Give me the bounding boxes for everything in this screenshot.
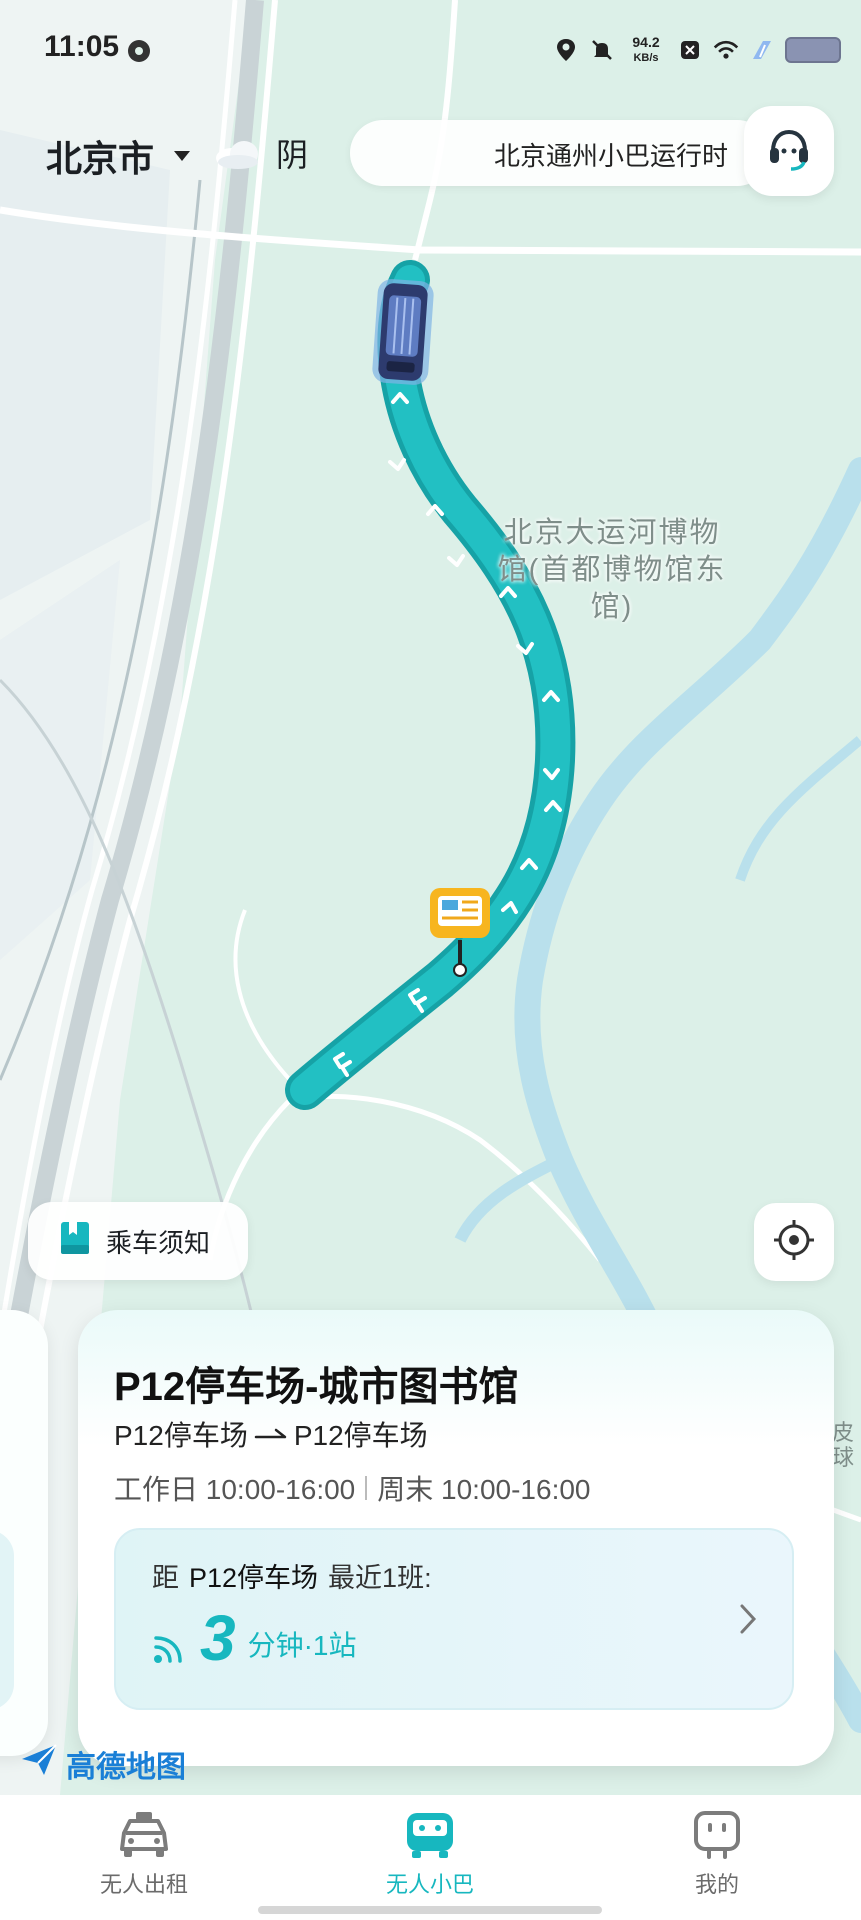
home-indicator[interactable] bbox=[258, 1906, 602, 1914]
tab-minibus-label: 无人小巴 bbox=[385, 1872, 474, 1897]
weekend-hours: 周末 10:00-16:00 bbox=[377, 1474, 591, 1505]
weekday-hours: 工作日 10:00-16:00 bbox=[114, 1474, 356, 1505]
next-bus-prefix: 距 bbox=[152, 1563, 179, 1593]
ride-notice-label: 乘车须知 bbox=[106, 1227, 211, 1258]
bottom-tab-bar: 无人出租 无人小巴 我的 bbox=[0, 1795, 861, 1920]
crosshair-icon bbox=[772, 1218, 816, 1267]
headset-icon bbox=[764, 124, 814, 179]
next-bus-label: 距 P12停车场 最近1班: bbox=[152, 1556, 432, 1595]
location-icon bbox=[553, 37, 579, 63]
amap-logo-icon bbox=[20, 1743, 58, 1785]
tab-minibus[interactable]: 无人小巴 bbox=[330, 1809, 530, 1899]
network-speed-unit: KB/s bbox=[633, 52, 659, 64]
weather-widget: 阴 bbox=[212, 130, 308, 176]
next-bus-station: P12停车场 bbox=[189, 1563, 319, 1593]
profile-icon bbox=[689, 1809, 745, 1861]
amap-logo-text: 高德地图 bbox=[66, 1751, 186, 1784]
city-name: 北京市 bbox=[46, 138, 155, 179]
route-from: P12停车场 bbox=[114, 1420, 248, 1451]
route-endpoints: P12停车场 P12停车场 bbox=[114, 1414, 428, 1454]
tab-robotaxi[interactable]: 无人出租 bbox=[44, 1809, 244, 1899]
record-indicator-icon bbox=[128, 40, 150, 62]
route-to: P12停车场 bbox=[293, 1420, 428, 1451]
operating-hours: 工作日 10:00-16:00 周末 10:00-16:00 bbox=[114, 1468, 591, 1508]
weather-text: 阴 bbox=[276, 137, 309, 173]
wifi-icon bbox=[713, 37, 739, 63]
customer-service-button[interactable] bbox=[744, 106, 834, 196]
book-icon bbox=[60, 1221, 90, 1262]
route-title: P12停车场-城市图书馆 bbox=[114, 1365, 519, 1409]
next-bus-panel[interactable]: 距 P12停车场 最近1班: 3 分钟·1站 bbox=[114, 1528, 794, 1710]
tab-profile-label: 我的 bbox=[694, 1872, 739, 1897]
network-speed: 94.2 KB/s bbox=[625, 35, 667, 65]
live-signal-icon bbox=[152, 1635, 188, 1670]
amap-logo: 高德地图 bbox=[20, 1742, 186, 1786]
status-icons: 94.2 KB/s bbox=[553, 30, 841, 70]
minibus-icon bbox=[402, 1809, 458, 1861]
arrow-right-icon bbox=[254, 1418, 288, 1450]
chevron-right-icon bbox=[738, 1602, 758, 1641]
bus-marker[interactable] bbox=[371, 278, 434, 386]
taxi-icon bbox=[116, 1809, 172, 1861]
network-speed-value: 94.2 bbox=[632, 34, 660, 50]
chevron-down-icon bbox=[174, 151, 191, 161]
hours-divider bbox=[365, 1476, 368, 1500]
notification-x-icon bbox=[677, 37, 703, 63]
ride-notice-button[interactable]: 乘车须知 bbox=[28, 1202, 248, 1280]
battery-icon bbox=[785, 37, 841, 63]
previous-route-card-panel bbox=[0, 1530, 14, 1710]
svg-text:皮: 皮 bbox=[832, 1420, 854, 1445]
city-selector[interactable]: 北京市 bbox=[46, 130, 191, 182]
svg-text:球: 球 bbox=[832, 1445, 854, 1470]
poi-label-museum: 北京大运河博物馆(首都博物馆东馆) bbox=[497, 517, 727, 623]
locate-button[interactable] bbox=[754, 1203, 834, 1281]
notice-marquee[interactable]: 北京通州小巴运行时 bbox=[350, 120, 770, 186]
tab-profile[interactable]: 我的 bbox=[617, 1809, 817, 1899]
mute-bell-icon bbox=[589, 37, 615, 63]
status-time: 11:05 bbox=[44, 30, 120, 63]
eta-unit: 分钟·1站 bbox=[247, 1630, 357, 1661]
eta-display: 3 分钟·1站 bbox=[152, 1606, 357, 1670]
eta-minutes: 3 bbox=[200, 1602, 236, 1674]
charging-icon bbox=[749, 37, 775, 63]
route-card[interactable]: P12停车场-城市图书馆 P12停车场 P12停车场 工作日 10:00-16:… bbox=[78, 1310, 834, 1766]
status-bar: 11:05 94.2 KB/s bbox=[0, 0, 861, 100]
tab-robotaxi-label: 无人出租 bbox=[99, 1872, 188, 1897]
notice-text: 北京通州小巴运行时 bbox=[494, 141, 729, 171]
cloud-icon bbox=[212, 136, 264, 170]
next-bus-suffix: 最近1班: bbox=[328, 1563, 432, 1593]
